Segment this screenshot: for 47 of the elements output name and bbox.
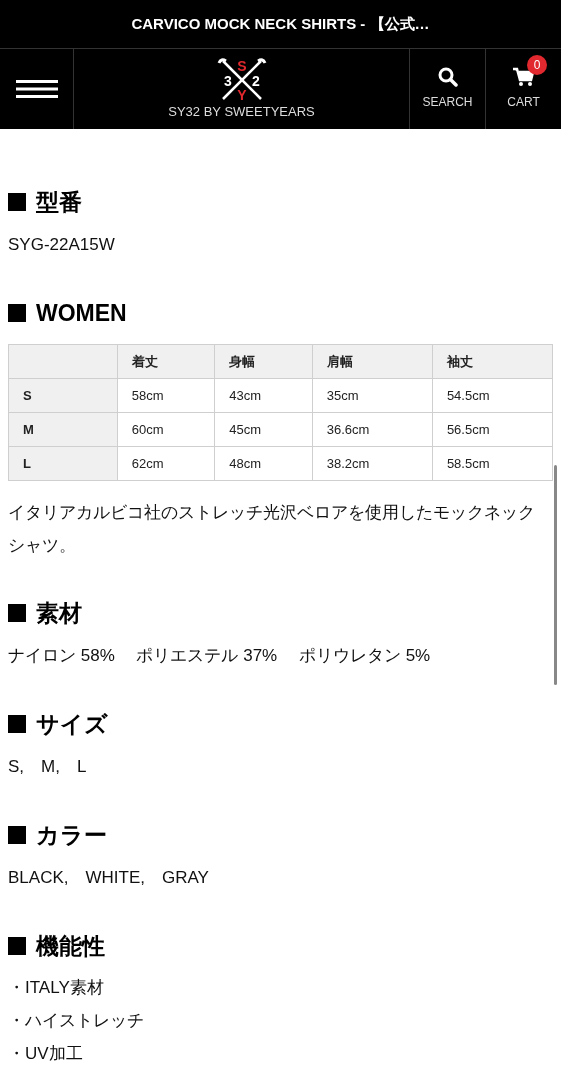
search-icon [437, 67, 458, 87]
square-bullet-icon [8, 826, 26, 844]
feature-item: ・ハイストレッチ [8, 1010, 145, 1032]
brand-name: SY32 BY SWEETYEARS [168, 102, 315, 121]
square-bullet-icon [8, 937, 26, 955]
feature-item: ・ITALY素材 [8, 977, 105, 999]
table-cell: 54.5cm [432, 378, 553, 413]
table-cell: 56.5cm [432, 412, 553, 447]
table-header: 袖丈 [432, 344, 553, 379]
menu-icon [15, 80, 58, 98]
section-heading: カラー [36, 820, 107, 850]
section-text: S, M, L [8, 756, 88, 778]
table-cell: M [8, 412, 118, 447]
table-cell: 43cm [214, 378, 313, 413]
square-bullet-icon [8, 604, 26, 622]
square-bullet-icon [8, 304, 26, 322]
table-cell: 62cm [117, 446, 215, 481]
section-heading: WOMEN [36, 298, 127, 328]
feature-item: ・UV加工 [8, 1043, 84, 1065]
section-heading: 型番 [36, 187, 82, 217]
table-cell: 60cm [117, 412, 215, 447]
square-bullet-icon [8, 715, 26, 733]
cart-icon [512, 67, 535, 87]
table-header: 着丈 [117, 344, 215, 379]
section-text: SYG-22A15W [8, 234, 116, 256]
table-cell: 35cm [312, 378, 433, 413]
page-title: CARVICO MOCK NECK SHIRTS - 【公式… [131, 13, 430, 34]
table-cell: 38.2cm [312, 446, 433, 481]
section-text: BLACK, WHITE, GRAY [8, 867, 210, 889]
table-cell: 45cm [214, 412, 313, 447]
table-cell: L [8, 446, 118, 481]
description-text: イタリアカルビコ社のストレッチ光沢ベロアを使用したモックネックシャツ。 [8, 502, 536, 557]
square-bullet-icon [8, 193, 26, 211]
search-button[interactable]: SEARCH [409, 49, 485, 129]
table-header: 身幅 [214, 344, 313, 379]
cart-button[interactable]: CART 0 [485, 49, 561, 129]
table-cell: 58cm [117, 378, 215, 413]
section-heading: 機能性 [36, 931, 105, 961]
table-cell: S [8, 378, 118, 413]
table-cell: 36.6cm [312, 412, 433, 447]
section-heading: 素材 [36, 598, 82, 628]
table-cell: 58.5cm [432, 446, 553, 481]
section-text: ナイロン 58% ポリエステル 37% ポリウレタン 5% [8, 645, 432, 667]
table-header: 肩幅 [312, 344, 433, 379]
section-heading: サイズ [36, 709, 108, 739]
table-cell: 48cm [214, 446, 313, 481]
cart-count-badge: 0 [527, 55, 547, 75]
